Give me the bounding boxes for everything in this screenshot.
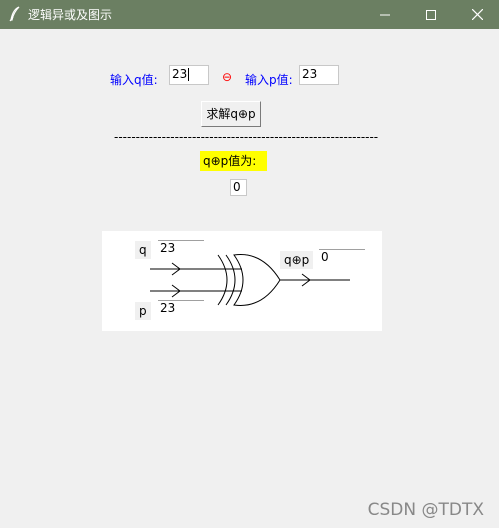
p-input-label: 输入p值: [245, 73, 293, 87]
watermark: CSDN @TDTX [367, 500, 484, 520]
diagram-output-label: q⊕p [280, 251, 314, 269]
solve-button[interactable]: 求解q⊕p [201, 101, 261, 127]
minimize-icon [380, 14, 390, 15]
diagram-output-field[interactable]: 0 [319, 249, 365, 266]
text-cursor [188, 68, 190, 81]
xor-symbol: ⊖ [222, 70, 233, 84]
p-input[interactable]: 23 [299, 65, 339, 85]
diagram-p-label: p [135, 302, 151, 320]
window-title: 逻辑异或及图示 [28, 8, 113, 22]
diagram-p-field[interactable]: 23 [158, 300, 204, 317]
diagram-q-field[interactable]: 23 [158, 240, 204, 257]
result-value-field[interactable]: 0 [230, 179, 247, 196]
diagram-q-label: q [135, 241, 151, 259]
separator-line: ----------------------------------------… [114, 130, 379, 144]
result-value: 0 [233, 180, 241, 194]
maximize-icon [426, 9, 436, 20]
diagram-p-value: 23 [160, 301, 176, 315]
feather-icon [9, 6, 20, 22]
close-icon [471, 9, 483, 20]
q-input-label: 输入q值: [110, 73, 158, 87]
close-button[interactable] [454, 0, 499, 29]
p-input-value: 23 [302, 67, 318, 81]
title-bar: 逻辑异或及图示 [0, 0, 499, 29]
xor-gate-diagram: q 23 p 23 q⊕p 0 [102, 231, 382, 331]
maximize-button[interactable] [408, 0, 454, 29]
q-input-value: 23 [172, 67, 188, 81]
q-input[interactable]: 23 [169, 65, 209, 85]
diagram-q-value: 23 [160, 241, 176, 255]
diagram-output-value: 0 [321, 250, 329, 264]
result-label: q⊕p值为: [200, 151, 267, 171]
minimize-button[interactable] [362, 0, 408, 29]
